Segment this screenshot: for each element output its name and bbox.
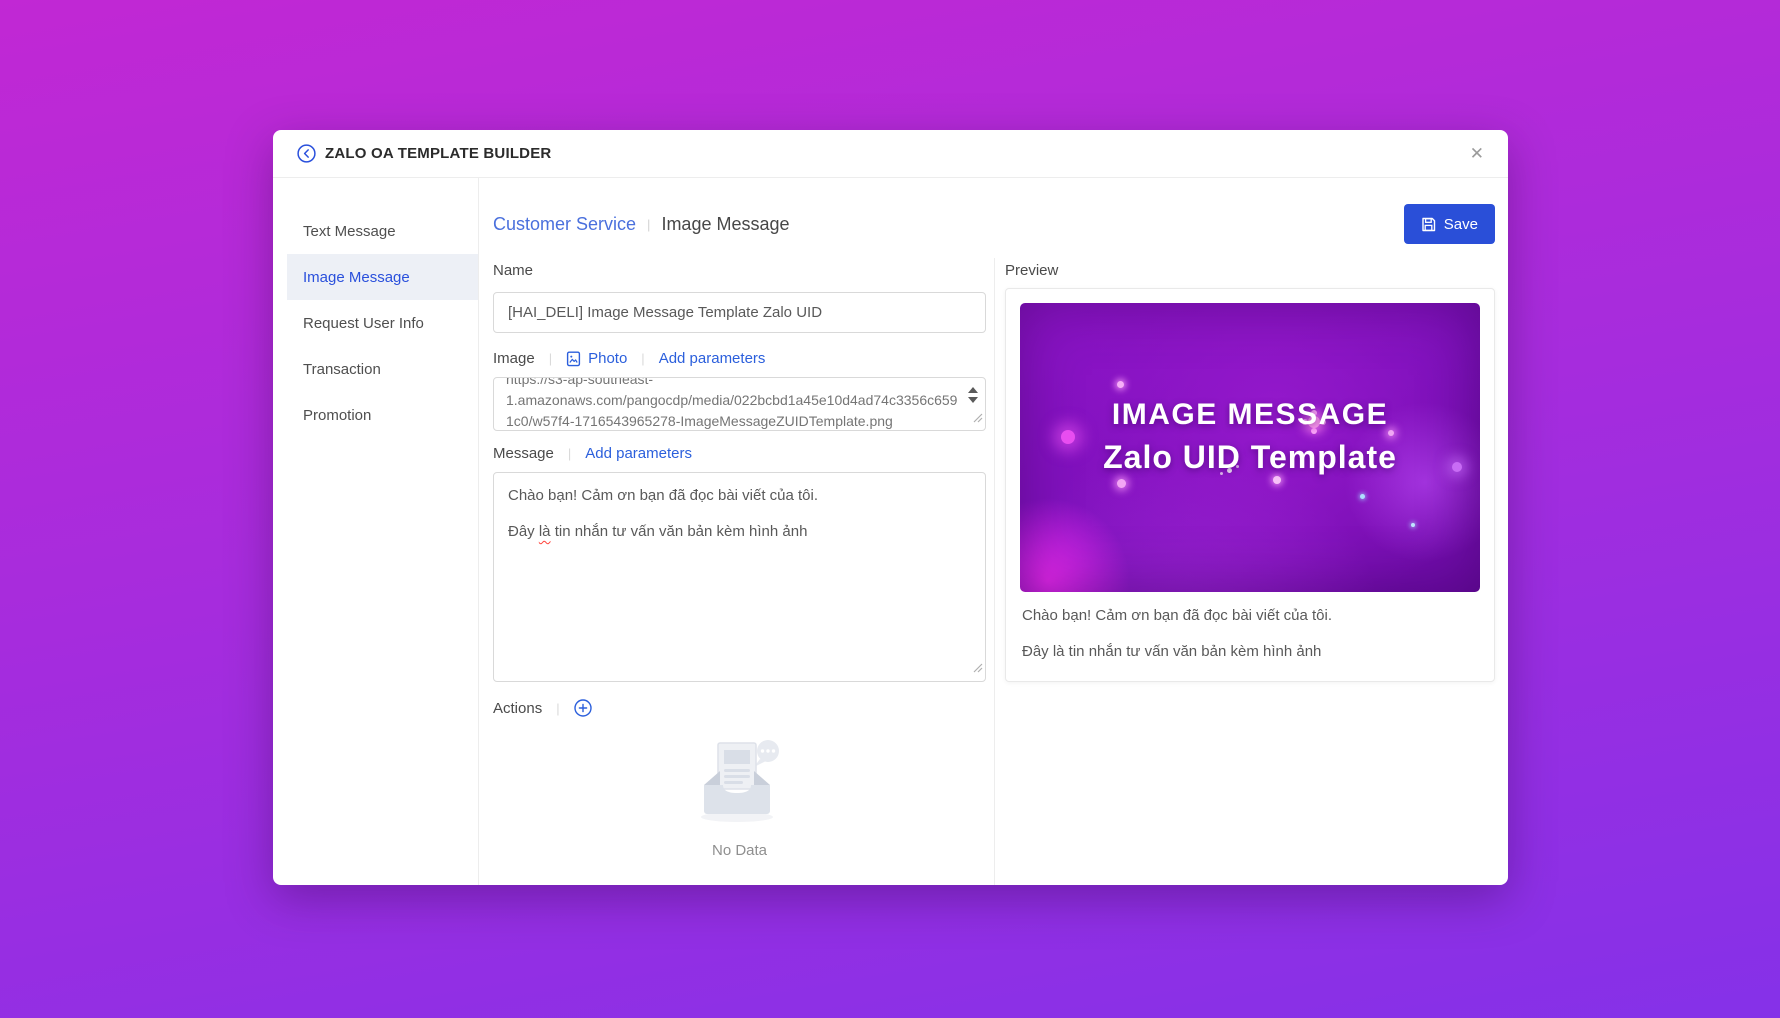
name-label: Name — [493, 262, 986, 279]
separator: | — [568, 446, 571, 461]
separator: | — [549, 351, 552, 366]
save-button[interactable]: Save — [1404, 204, 1495, 244]
preview-message-line: Đây là tin nhắn tư vấn văn bản kèm hình … — [1022, 642, 1478, 662]
image-url-textarea[interactable]: https://s3-ap-southeast- 1.amazonaws.com… — [493, 377, 986, 431]
spellcheck-word: là — [539, 523, 551, 540]
preview-card: IMAGE MESSAGE Zalo UID Template Chào bạn… — [1005, 288, 1495, 682]
preview-panel: Preview — [995, 258, 1508, 885]
preview-message-line: Chào bạn! Cảm ơn bạn đã đọc bài viết của… — [1022, 606, 1478, 626]
scroll-up-icon[interactable] — [968, 387, 978, 393]
image-url-line: 1.amazonaws.com/pangocdp/media/022bcbd1a… — [506, 390, 959, 411]
scroll-down-icon[interactable] — [968, 397, 978, 403]
sidebar-item-transaction[interactable]: Transaction — [287, 346, 478, 392]
sidebar-item-label: Transaction — [303, 361, 381, 378]
message-label: Message — [493, 445, 554, 462]
image-label: Image — [493, 350, 535, 367]
message-line: Chào bạn! Cảm ơn bạn đã đọc bài viết của… — [508, 486, 971, 506]
back-icon[interactable] — [297, 144, 316, 163]
message-add-parameters-link[interactable]: Add parameters — [585, 445, 692, 462]
sparkle-icon — [1360, 494, 1365, 499]
sidebar-item-text-message[interactable]: Text Message — [287, 208, 478, 254]
save-icon — [1421, 217, 1436, 232]
sidebar-item-label: Request User Info — [303, 315, 424, 332]
sidebar-item-label: Text Message — [303, 223, 396, 240]
resize-grip-icon[interactable] — [973, 410, 983, 428]
preview-label: Preview — [1005, 262, 1495, 279]
breadcrumb-separator: | — [647, 217, 650, 232]
photo-file-icon — [566, 351, 581, 367]
template-builder-modal: ZALO OA TEMPLATE BUILDER ✕ Text Message … — [273, 130, 1508, 885]
name-input[interactable] — [493, 292, 986, 333]
photo-label: Photo — [588, 350, 627, 367]
separator: | — [641, 351, 644, 366]
preview-image-title: IMAGE MESSAGE — [1020, 398, 1480, 432]
modal-title: ZALO OA TEMPLATE BUILDER — [325, 145, 551, 162]
add-action-button[interactable] — [574, 699, 592, 717]
breadcrumb-parent-link[interactable]: Customer Service — [493, 214, 636, 235]
preview-image: IMAGE MESSAGE Zalo UID Template — [1020, 303, 1480, 592]
photo-upload-button[interactable]: Photo — [566, 350, 627, 367]
sidebar-item-request-user-info[interactable]: Request User Info — [287, 300, 478, 346]
image-url-line: https://s3-ap-southeast- — [506, 377, 959, 390]
sidebar-item-label: Promotion — [303, 407, 371, 424]
close-icon[interactable]: ✕ — [1470, 145, 1484, 162]
message-line: Đây là tin nhắn tư vấn văn bản kèm hình … — [508, 522, 971, 542]
template-form: Name Image | — [479, 258, 995, 885]
save-button-label: Save — [1444, 216, 1478, 233]
breadcrumb-current: Image Message — [661, 214, 789, 235]
actions-empty-state: No Data — [493, 729, 986, 859]
preview-image-subtitle: Zalo UID Template — [1020, 439, 1480, 476]
image-url-line: 1c0/w57f4-1716543965278-ImageMessageZUID… — [506, 411, 959, 431]
scroll-spinner[interactable] — [968, 387, 978, 403]
actions-label: Actions — [493, 700, 542, 717]
sparkle-icon — [1117, 381, 1124, 388]
separator: | — [556, 701, 559, 716]
image-add-parameters-link[interactable]: Add parameters — [659, 350, 766, 367]
sparkle-icon — [1411, 523, 1415, 527]
modal-header: ZALO OA TEMPLATE BUILDER ✕ — [273, 130, 1508, 178]
sidebar-item-promotion[interactable]: Promotion — [287, 392, 478, 438]
sparkle-icon — [1117, 479, 1126, 488]
no-data-inbox-icon — [690, 729, 790, 834]
sidebar-item-label: Image Message — [303, 269, 410, 286]
no-data-label: No Data — [493, 842, 986, 859]
template-type-sidebar: Text Message Image Message Request User … — [273, 178, 479, 885]
breadcrumb: Customer Service | Image Message — [493, 214, 790, 235]
sidebar-item-image-message[interactable]: Image Message — [287, 254, 478, 300]
resize-grip-icon[interactable] — [973, 659, 983, 679]
message-textarea[interactable]: Chào bạn! Cảm ơn bạn đã đọc bài viết của… — [493, 472, 986, 682]
sparkle-icon — [1273, 476, 1281, 484]
